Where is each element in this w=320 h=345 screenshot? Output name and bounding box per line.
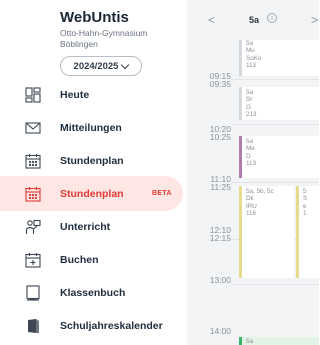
time-end: 09:35: [209, 79, 231, 89]
book-icon: [25, 284, 41, 301]
sidebar-item-unterricht[interactable]: Unterricht: [0, 209, 183, 244]
class-name: 5a: [249, 15, 260, 25]
sidebar-item-label: Schuljahreskalender: [60, 319, 163, 332]
calendar-icon: [25, 153, 41, 169]
lesson-room: 116: [246, 209, 257, 217]
lesson-teacher: SoKo: [246, 54, 262, 62]
dashboard-icon: [25, 86, 41, 103]
lesson-card[interactable]: 5a Me D 113: [239, 136, 319, 178]
lesson-icon: [25, 219, 41, 235]
app-title: WebUntis: [60, 9, 129, 26]
lesson-class: 5a: [246, 338, 254, 345]
timetable-header: < 5a i >: [187, 0, 319, 40]
grid-line: [231, 124, 319, 125]
lesson-class: 5a: [246, 40, 254, 47]
lesson-card[interactable]: 5a: [239, 337, 319, 345]
lesson-subject: Me: [246, 145, 255, 153]
chevron-right-icon[interactable]: >: [311, 13, 318, 27]
sidebar-item-klassenbuch[interactable]: Klassenbuch: [0, 275, 183, 310]
sidebar-item-heute[interactable]: Heute: [0, 77, 183, 112]
lesson-room: 113: [246, 159, 257, 167]
lesson-subject: Sr: [246, 96, 253, 104]
lesson-room: 213: [246, 110, 257, 118]
lesson-teacher: e: [303, 202, 307, 210]
calendar-plus-icon: [25, 252, 41, 268]
lesson-card[interactable]: 5a, 5b, 5c Dk IRU 116: [239, 186, 294, 278]
lesson-card[interactable]: 5a Sr G 213: [239, 87, 319, 120]
beta-badge: BETA: [152, 190, 172, 197]
grid-line: [231, 79, 319, 80]
time-end: 12:15: [209, 233, 231, 243]
sidebar-item-label: Buchen: [60, 253, 99, 266]
sidebar-item-buchen[interactable]: Buchen: [0, 242, 183, 277]
envelope-icon: [25, 120, 41, 136]
lesson-class: 5a, 5b, 5c: [246, 188, 274, 195]
lesson-card[interactable]: 5a Mu SoKo 113: [239, 40, 319, 76]
info-icon[interactable]: i: [267, 13, 277, 23]
sidebar-item-label: Unterricht: [60, 220, 111, 233]
sidebar-item-label: Klassenbuch: [60, 286, 126, 299]
school-location: Böblingen: [60, 39, 98, 49]
year-calendar-icon: [25, 318, 41, 334]
lesson-subject: S: [303, 195, 308, 203]
lesson-subject: Mu: [246, 47, 255, 55]
grid-line: [231, 284, 319, 285]
sidebar-item-label: Mitteilungen: [60, 121, 122, 134]
lesson-subject: Dk: [246, 195, 254, 203]
chevron-down-icon: [121, 60, 130, 69]
sidebar-item-label: Stundenplan: [60, 187, 124, 200]
lesson-room: 1: [303, 209, 307, 217]
calendar-icon: [25, 186, 41, 202]
time-start: 14:00: [209, 326, 231, 336]
time-end: 11:25: [210, 182, 231, 192]
time-start: 13:00: [209, 275, 231, 285]
lesson-class: 5: [303, 188, 307, 195]
brand: WebUntis Otto-Hahn-Gymnasium Böblingen: [60, 9, 180, 49]
timetable: < 5a i > 09:15 09:35 10:20 10:25 11:10 1…: [187, 0, 319, 345]
sidebar-item-mitteilungen[interactable]: Mitteilungen: [0, 110, 183, 145]
sidebar: WebUntis Otto-Hahn-Gymnasium Böblingen 2…: [0, 0, 187, 345]
lesson-teacher: IRU: [246, 202, 257, 210]
lesson-card[interactable]: 5 S e 1: [296, 186, 319, 278]
lesson-room: 113: [246, 61, 257, 69]
lesson-class: 5a: [246, 138, 254, 145]
lesson-teacher: G: [246, 103, 251, 111]
sidebar-item-stundenplan[interactable]: Stundenplan: [0, 143, 183, 178]
time-end: 10:25: [209, 132, 231, 142]
school-name: Otto-Hahn-Gymnasium: [60, 28, 148, 38]
lesson-teacher: D: [246, 152, 251, 160]
chevron-left-icon[interactable]: <: [208, 13, 215, 27]
sidebar-item-schuljahreskalender[interactable]: Schuljahreskalender: [0, 308, 183, 343]
sidebar-item-label: Heute: [60, 88, 90, 101]
lesson-class: 5a: [246, 89, 254, 96]
sidebar-item-stundenplan-beta[interactable]: Stundenplan BETA: [0, 176, 183, 211]
school-year-value: 2024/2025: [73, 60, 119, 72]
sidebar-item-label: Stundenplan: [60, 154, 124, 167]
school-year-select[interactable]: 2024/2025: [60, 56, 142, 76]
grid-line: [231, 182, 319, 183]
